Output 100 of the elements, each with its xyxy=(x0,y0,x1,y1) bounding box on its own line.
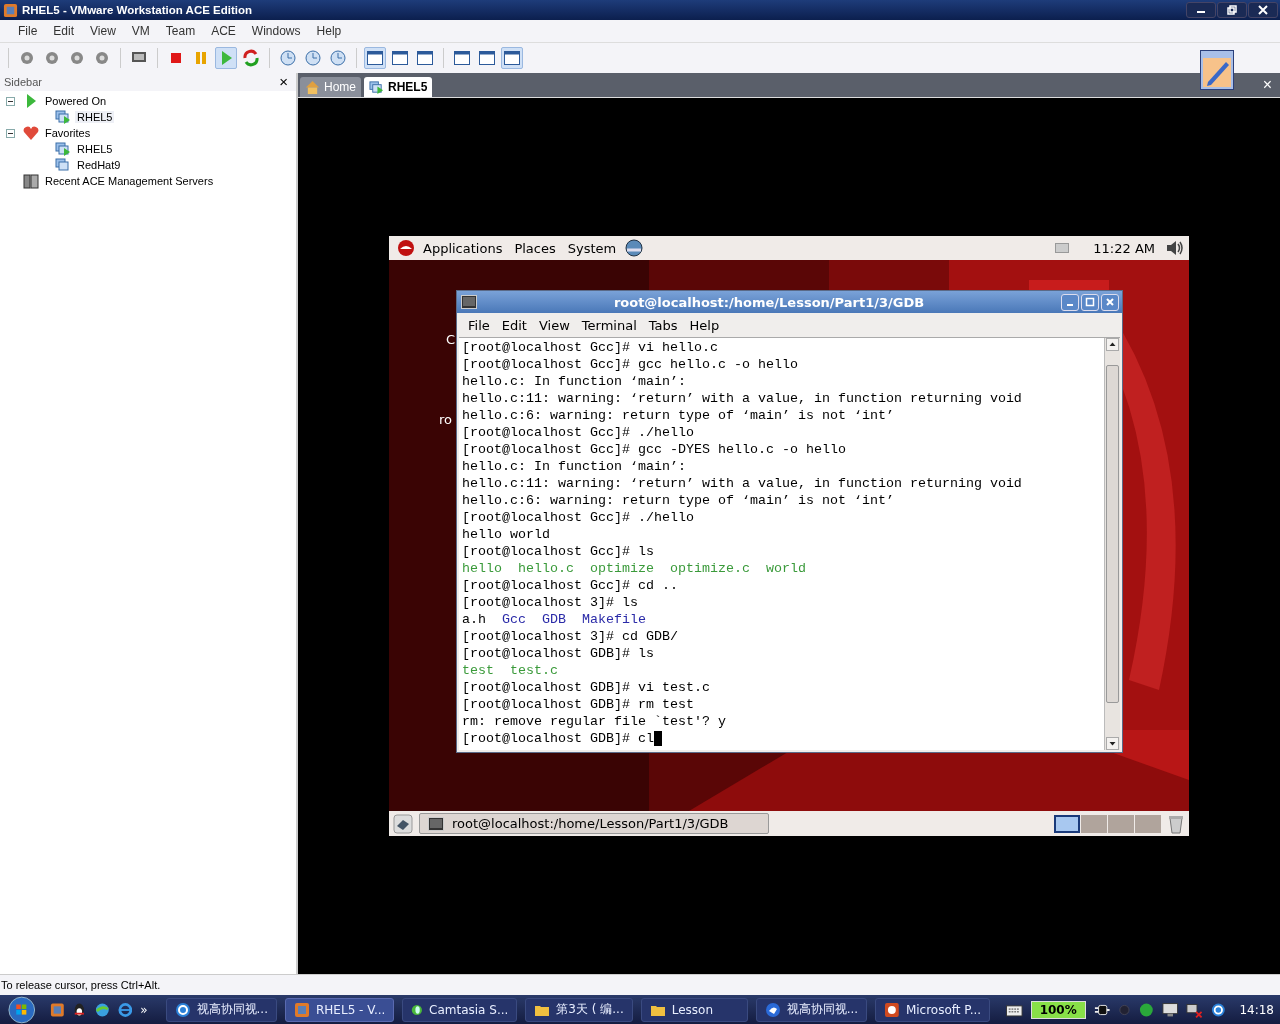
terminal-text: [root@localhost Gcc]# vi hello.c xyxy=(462,339,718,356)
server-icon xyxy=(23,173,39,189)
terminal-text: [root@localhost 3]# ls xyxy=(462,594,638,611)
refresh-icon[interactable] xyxy=(240,47,262,69)
menu-item[interactable]: Help xyxy=(308,24,350,38)
tab[interactable]: RHEL5 xyxy=(364,77,433,97)
trash-icon[interactable] xyxy=(1167,813,1185,834)
pencil-icon[interactable] xyxy=(1200,50,1234,90)
volume-icon[interactable] xyxy=(1165,238,1185,258)
workspace-switcher[interactable] xyxy=(1054,814,1080,833)
close-tab-button[interactable]: × xyxy=(1254,76,1280,94)
taskbar-button[interactable]: Camtasia S... xyxy=(402,997,518,1022)
menu-item[interactable]: Edit xyxy=(45,24,83,38)
close-button[interactable] xyxy=(1248,2,1278,18)
menu-item[interactable]: Terminal xyxy=(575,317,643,333)
workspace-switcher[interactable] xyxy=(1108,814,1134,833)
app-icon[interactable] xyxy=(49,1001,65,1018)
tree-item[interactable]: Powered On xyxy=(43,95,109,107)
collapse-toggle-icon[interactable] xyxy=(6,96,15,106)
taskbar-button[interactable]: RHEL5 - V... xyxy=(285,997,395,1022)
terminal-text: hello.c xyxy=(518,560,574,577)
heart-icon xyxy=(23,125,39,141)
collapse-toggle-icon[interactable] xyxy=(6,128,15,138)
house-icon xyxy=(305,79,320,95)
scroll-up-icon[interactable] xyxy=(1106,338,1119,351)
more-button[interactable]: » xyxy=(140,1002,148,1017)
start-button[interactable] xyxy=(8,994,36,1024)
menu-item[interactable]: View xyxy=(82,24,124,38)
menu-item[interactable]: Tabs xyxy=(642,317,684,333)
workspace-switcher[interactable] xyxy=(1135,814,1161,833)
app-icon xyxy=(3,2,18,18)
terminal-icon xyxy=(428,816,444,831)
taskbar-button[interactable]: root@localhost:/home/Lesson/Part1/3/GDB xyxy=(419,813,769,834)
slide-icon xyxy=(884,1001,900,1018)
terminal-text: hello world xyxy=(462,526,550,543)
desktop-icon-label[interactable]: ro xyxy=(439,412,452,427)
sidebar-title: Sidebar xyxy=(4,76,42,88)
window-icon[interactable] xyxy=(364,47,386,69)
menu-item[interactable]: File xyxy=(10,24,46,38)
maximize-button[interactable] xyxy=(1081,293,1099,311)
computer-icon xyxy=(55,141,71,157)
restore-button[interactable] xyxy=(1217,2,1247,18)
taskbar-button[interactable]: 视高协同视... xyxy=(165,997,277,1022)
hat-icon[interactable] xyxy=(397,239,415,257)
dot-icon[interactable] xyxy=(1118,1002,1132,1017)
globe-icon[interactable] xyxy=(94,1001,110,1018)
clock-icon[interactable] xyxy=(277,47,299,69)
terminal-text: [root@localhost GDB]# ls xyxy=(462,645,654,662)
terminal-text: [root@localhost Gcc]# gcc -DYES hello.c -o hello xyxy=(462,441,846,458)
terminal-text: [root@localhost GDB]# vi test.c xyxy=(462,679,710,696)
clock-icon[interactable] xyxy=(302,47,324,69)
minimize-button[interactable] xyxy=(1186,2,1216,18)
clock[interactable]: 11:22 AM xyxy=(1073,240,1161,256)
panel-menu[interactable]: System xyxy=(563,240,621,256)
ball-icon[interactable] xyxy=(1139,1001,1154,1018)
penguin-icon[interactable] xyxy=(72,1001,87,1018)
logo-icon[interactable] xyxy=(1210,1001,1226,1018)
minimize-icon xyxy=(1067,304,1073,306)
maximize-icon xyxy=(1085,297,1095,307)
monitor-icon[interactable] xyxy=(1161,1001,1179,1018)
computer-icon xyxy=(55,109,71,125)
panel-menu[interactable]: Applications xyxy=(419,240,507,256)
menu-item[interactable]: View xyxy=(532,317,576,333)
terminal-icon xyxy=(461,295,477,309)
network-icon[interactable] xyxy=(1186,1001,1203,1018)
panel-menu[interactable]: Places xyxy=(510,240,560,256)
tree-item[interactable]: RedHat9 xyxy=(75,159,123,171)
close-button[interactable]: × xyxy=(275,75,292,89)
browser-icon[interactable] xyxy=(117,1001,133,1018)
menu-item[interactable]: File xyxy=(462,317,496,333)
menu-item[interactable]: Help xyxy=(683,317,726,333)
scroll-down-icon[interactable] xyxy=(1106,737,1119,750)
scrollbar[interactable] xyxy=(1104,338,1120,750)
tree-item[interactable]: RHEL5 xyxy=(75,111,115,123)
terminal-text: optimize xyxy=(590,560,654,577)
show-desktop-icon[interactable] xyxy=(393,813,413,834)
taskbar-button[interactable]: 第3天 ( 编... xyxy=(525,997,633,1022)
menu-item[interactable]: Team xyxy=(157,24,204,38)
taskbar-button[interactable]: Lesson xyxy=(640,997,748,1022)
tree-item[interactable]: Favorites xyxy=(43,127,93,139)
taskbar-button[interactable]: 视高协同视... xyxy=(755,997,868,1022)
status-text: To release cursor, press Ctrl+Alt. xyxy=(1,979,161,991)
menu-item[interactable]: Edit xyxy=(495,317,533,333)
workspace-switcher[interactable] xyxy=(1081,814,1107,833)
tree-item[interactable]: RHEL5 xyxy=(75,143,115,155)
keyboard-icon[interactable] xyxy=(1006,1002,1023,1017)
menu-item[interactable]: Windows xyxy=(243,24,309,38)
tree-item[interactable]: Recent ACE Management Servers xyxy=(43,175,216,187)
terminal-text: hello.c: In function ‘main’: xyxy=(462,373,686,390)
menu-item[interactable]: VM xyxy=(123,24,158,38)
clock-icon[interactable] xyxy=(327,47,349,69)
terminal-text: test xyxy=(462,662,494,679)
taskbar-button[interactable]: Microsoft P... xyxy=(875,997,991,1022)
clock[interactable]: 14:18 xyxy=(1239,1002,1274,1017)
terminal-text: hello.c:11: warning: ‘return’ with a value, in function returning void xyxy=(462,475,1022,492)
window-icon[interactable] xyxy=(501,47,523,69)
menu-item[interactable]: ACE xyxy=(203,24,244,38)
battery-indicator[interactable]: 100% xyxy=(1030,1000,1086,1019)
desktop-icon-label[interactable]: C xyxy=(446,332,456,347)
globe-icon[interactable] xyxy=(624,238,645,258)
